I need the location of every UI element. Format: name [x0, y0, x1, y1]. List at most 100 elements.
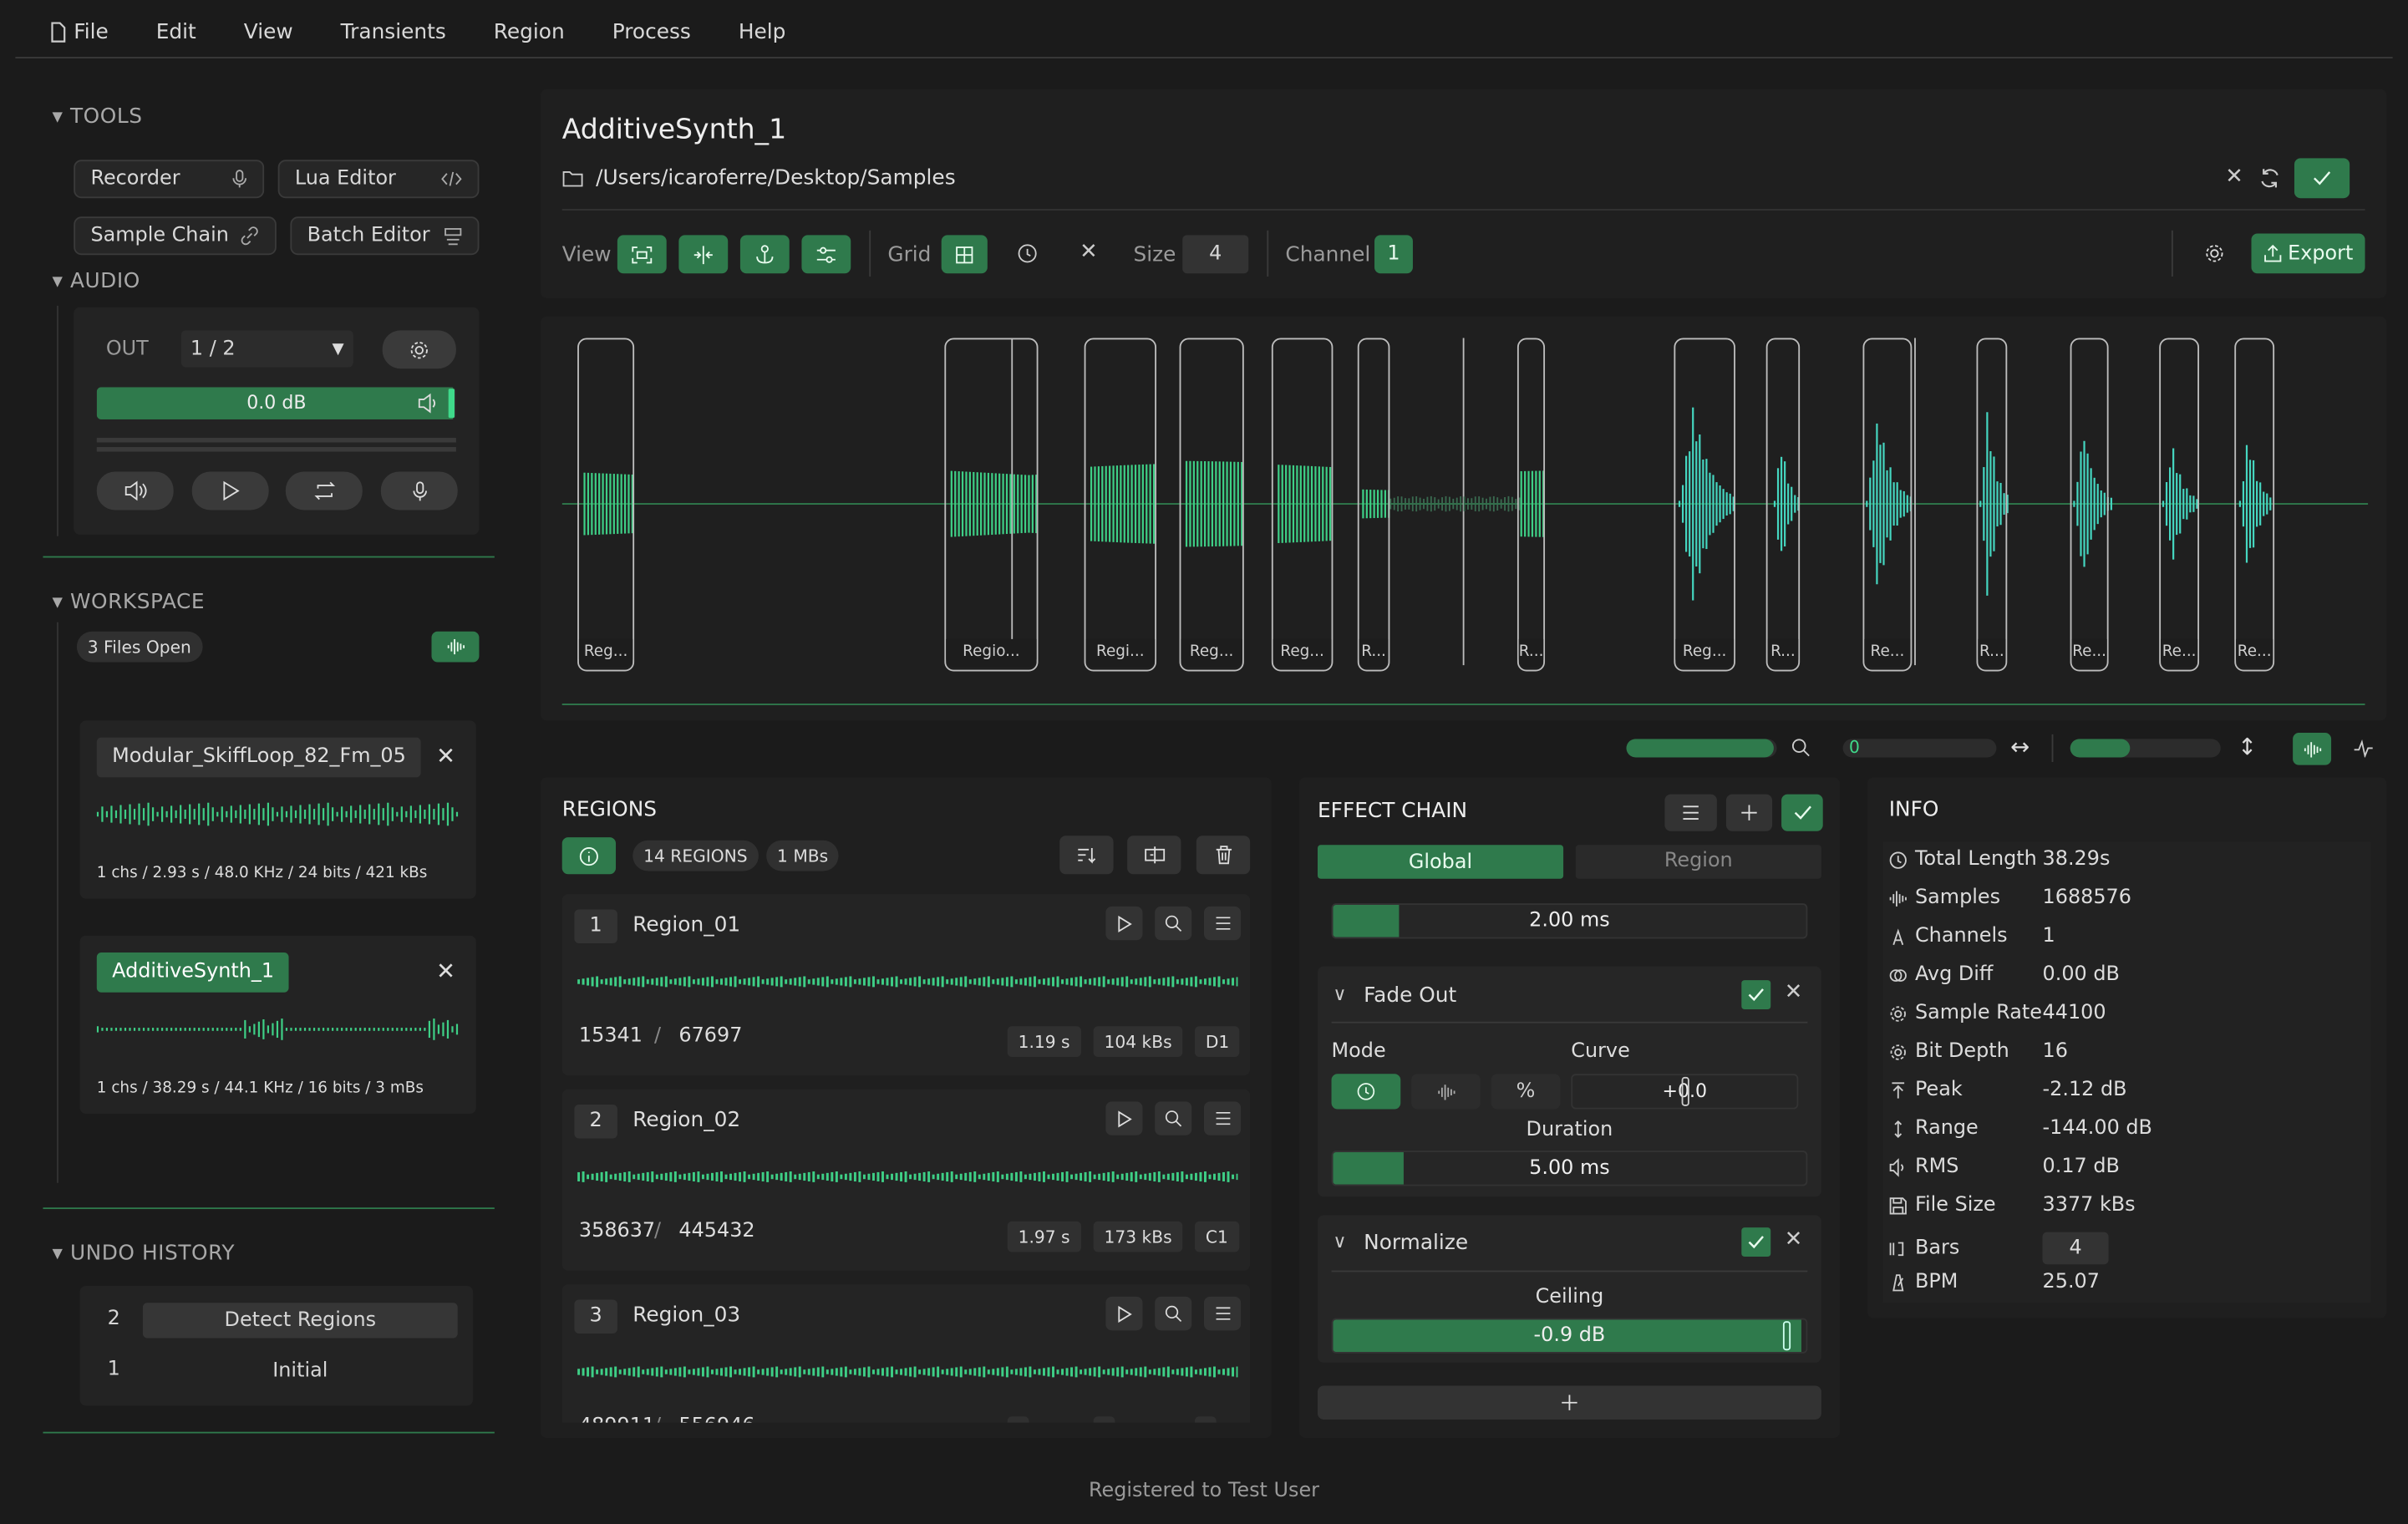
tab-region[interactable]: Region — [1575, 845, 1821, 879]
region-marker[interactable]: Re... — [2159, 338, 2200, 672]
waveform-mode-button[interactable] — [2293, 733, 2332, 765]
close-file-button[interactable]: ✕ — [436, 742, 455, 770]
region-marker[interactable]: Re... — [2234, 338, 2275, 672]
info-value[interactable]: 4 — [2042, 1232, 2109, 1265]
region-marker[interactable]: R... — [1516, 338, 1546, 672]
workspace-waveform-button[interactable] — [431, 631, 480, 663]
recorder-button[interactable]: Recorder — [74, 160, 265, 199]
undo-section-title[interactable]: ▾ UNDO HISTORY — [52, 1242, 235, 1266]
menu-region[interactable]: Region — [494, 20, 565, 44]
lua-editor-button[interactable]: Lua Editor — [277, 160, 480, 199]
export-button[interactable]: Export — [2251, 233, 2365, 274]
tools-section-title[interactable]: ▾ TOOLS — [52, 104, 142, 129]
view-center-button[interactable] — [678, 235, 729, 274]
horizontal-arrows-icon[interactable]: ↔ — [2010, 733, 2030, 760]
add-effect-bar-button[interactable] — [1318, 1385, 1821, 1420]
effect-top-slider[interactable]: 2.00 ms — [1331, 903, 1808, 939]
region-marker[interactable]: Reg... — [1271, 338, 1334, 672]
region-marker[interactable]: Regio... — [944, 338, 1039, 672]
volume-handle[interactable] — [448, 389, 455, 419]
grid-toggle-button[interactable] — [941, 235, 988, 274]
region-menu-button[interactable] — [1203, 1101, 1242, 1135]
offset-slider[interactable]: 0 — [1842, 738, 1997, 758]
region-marker[interactable]: Regi... — [1084, 338, 1157, 672]
menu-file[interactable]: File — [74, 20, 109, 44]
refresh-icon[interactable] — [2259, 167, 2281, 189]
region-marker[interactable]: R... — [1357, 338, 1390, 672]
chevron-down-icon[interactable]: ∨ — [1333, 1231, 1346, 1252]
clock-icon[interactable] — [1017, 243, 1039, 265]
fade-out-enable-checkbox[interactable] — [1741, 980, 1771, 1010]
file-card-active[interactable]: AdditiveSynth_1 ✕ 1 chs / 38.29 s / 44.1… — [79, 935, 476, 1115]
add-effect-button[interactable] — [1725, 794, 1773, 831]
region-marker[interactable]: Re... — [2070, 338, 2109, 672]
region-zoom-button[interactable] — [1155, 906, 1192, 941]
file-name[interactable]: Modular_SkiffLoop_82_Fm_05 — [96, 737, 422, 778]
region-zoom-button[interactable] — [1155, 1101, 1192, 1135]
menu-process[interactable]: Process — [612, 20, 691, 44]
region-menu-button[interactable] — [1203, 1296, 1242, 1331]
mode-samples-button[interactable] — [1411, 1074, 1481, 1110]
sample-chain-button[interactable]: Sample Chain — [74, 216, 277, 256]
view-fit-button[interactable] — [617, 235, 667, 274]
search-icon[interactable] — [1791, 738, 1811, 758]
region-play-button[interactable] — [1105, 906, 1143, 941]
workspace-section-title[interactable]: ▾ WORKSPACE — [52, 590, 205, 614]
effect-menu-button[interactable] — [1664, 794, 1717, 831]
out-select[interactable]: 1 / 2 ▼ — [180, 330, 353, 368]
curve-slider[interactable]: +0.0 — [1571, 1074, 1799, 1110]
chevron-down-icon[interactable]: ∨ — [1333, 983, 1346, 1005]
file-card[interactable]: Modular_SkiffLoop_82_Fm_05 ✕ 1 chs / 2.9… — [79, 720, 476, 899]
fade-out-remove-button[interactable]: ✕ — [1785, 980, 1803, 1004]
confirm-button[interactable] — [2294, 158, 2350, 199]
region-card[interactable]: 3 Region_03 489911 / 556946 — [561, 1284, 1251, 1423]
region-card[interactable]: 2 Region_02 358637 / 445432 1.97 s 173 k… — [561, 1089, 1251, 1271]
zoom-slider[interactable] — [1626, 739, 1777, 758]
curve-handle[interactable] — [1681, 1076, 1689, 1106]
mode-time-button[interactable] — [1331, 1074, 1401, 1110]
region-card[interactable]: 1 Region_01 15341 / 67697 1.19 s 104 kBs… — [561, 894, 1251, 1076]
volume-slider[interactable]: 0.0 dB — [96, 387, 456, 419]
menu-transients[interactable]: Transients — [341, 20, 446, 44]
tab-global[interactable]: Global — [1318, 845, 1564, 879]
region-marker[interactable]: Reg... — [1179, 338, 1244, 672]
mute-button[interactable] — [96, 471, 174, 511]
grid-clear-icon[interactable]: ✕ — [1080, 240, 1098, 264]
delete-regions-button[interactable] — [1196, 836, 1251, 875]
gear-icon[interactable] — [2204, 243, 2226, 265]
undo-item-initial[interactable]: Initial — [143, 1354, 458, 1389]
mode-percent-button[interactable]: % — [1491, 1074, 1561, 1110]
height-slider[interactable] — [2070, 739, 2221, 758]
menu-edit[interactable]: Edit — [156, 20, 196, 44]
menu-view[interactable]: View — [244, 20, 293, 44]
size-input[interactable]: 4 — [1182, 235, 1249, 274]
loop-button[interactable] — [285, 471, 363, 511]
channel-button[interactable]: 1 — [1374, 235, 1413, 274]
duration-slider[interactable]: 5.00 ms — [1331, 1151, 1808, 1186]
ceiling-handle[interactable] — [1782, 1321, 1791, 1351]
region-zoom-button[interactable] — [1155, 1296, 1192, 1331]
region-marker[interactable]: Reg... — [1674, 338, 1735, 672]
audio-settings-button[interactable] — [382, 330, 456, 369]
region-marker[interactable]: Re... — [1862, 338, 1913, 672]
record-button[interactable] — [380, 471, 458, 511]
region-play-button[interactable] — [1105, 1101, 1143, 1135]
region-marker[interactable]: R... — [1765, 338, 1801, 672]
normalize-enable-checkbox[interactable] — [1741, 1227, 1771, 1257]
menu-help[interactable]: Help — [739, 20, 786, 44]
sort-regions-button[interactable] — [1059, 836, 1114, 875]
view-anchor-button[interactable] — [739, 235, 790, 274]
region-play-button[interactable] — [1105, 1296, 1143, 1331]
close-icon[interactable]: ✕ — [2225, 165, 2243, 189]
apply-effects-button[interactable] — [1781, 794, 1823, 831]
pulse-icon[interactable] — [2353, 739, 2375, 758]
region-marker[interactable]: Reg... — [577, 338, 635, 672]
region-marker[interactable]: R... — [1976, 338, 2008, 672]
file-name[interactable]: AdditiveSynth_1 — [96, 952, 290, 993]
region-menu-button[interactable] — [1203, 906, 1242, 941]
batch-editor-button[interactable]: Batch Editor — [290, 216, 480, 256]
undo-item-detect-regions[interactable]: Detect Regions — [142, 1303, 458, 1339]
vertical-arrows-icon[interactable]: ↕ — [2238, 733, 2257, 760]
split-regions-button[interactable] — [1127, 836, 1181, 875]
audio-section-title[interactable]: ▾ AUDIO — [52, 269, 140, 293]
